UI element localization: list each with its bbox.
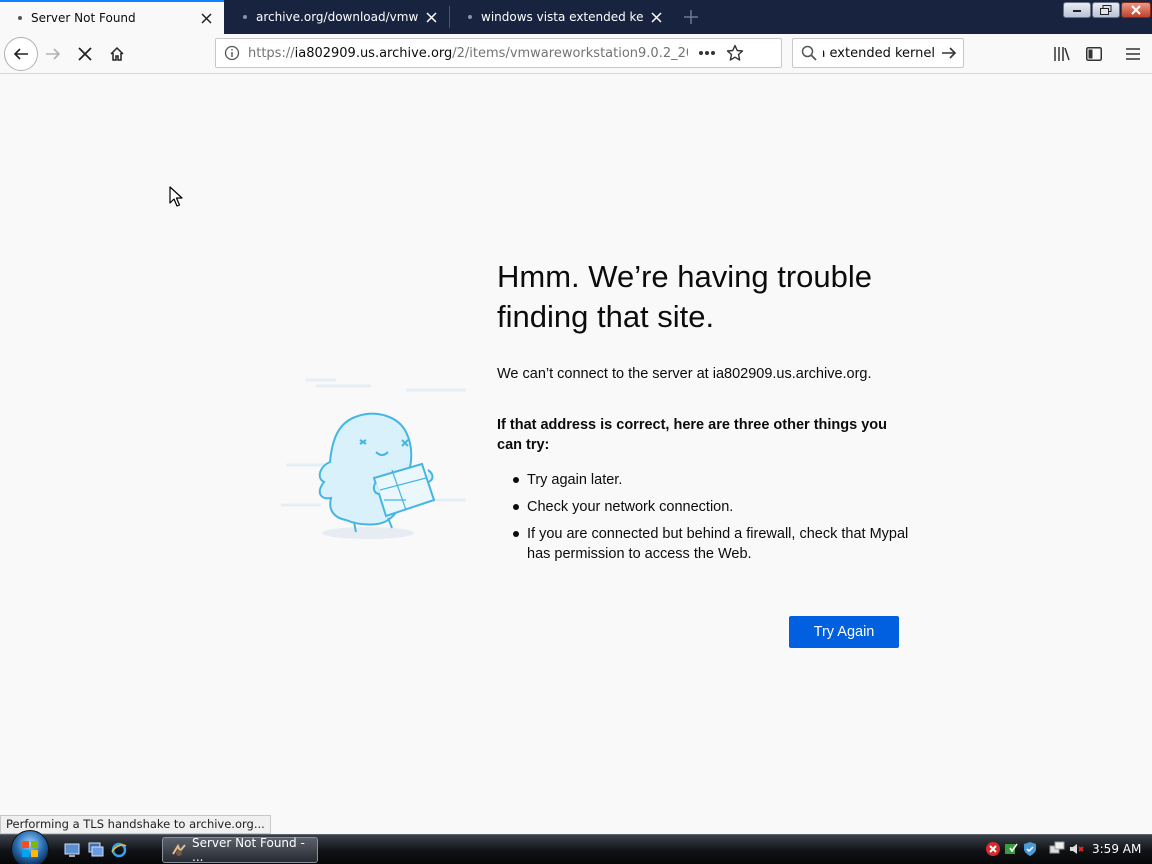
tab-close-icon[interactable] <box>644 5 668 29</box>
url-bar[interactable]: https://ia802909.us.archive.org/2/items/… <box>215 38 782 68</box>
restore-icon <box>1100 5 1112 15</box>
plus-icon <box>684 10 698 24</box>
sidebar-button[interactable] <box>1078 38 1110 70</box>
restore-button[interactable] <box>1092 2 1120 18</box>
tab-vista-search[interactable]: windows vista extended kernel <box>450 0 674 34</box>
bookmark-star-icon[interactable] <box>726 44 744 62</box>
tips-list: Try again later. Check your network conn… <box>510 470 910 571</box>
search-go-arrow-icon[interactable] <box>941 46 957 60</box>
internet-explorer-icon[interactable] <box>111 842 127 858</box>
confused-dinosaur-illustration <box>281 378 466 539</box>
tab-label: Server Not Found <box>31 11 136 25</box>
library-icon <box>1054 47 1070 61</box>
forward-arrow-icon <box>46 48 61 60</box>
update-shield-icon[interactable] <box>1022 841 1038 857</box>
minimize-icon <box>1073 10 1081 12</box>
search-icon <box>801 45 817 61</box>
info-icon[interactable] <box>224 45 240 61</box>
volume-muted-icon[interactable] <box>1068 841 1084 857</box>
close-icon <box>1131 5 1141 15</box>
mouse-cursor-icon <box>169 186 183 207</box>
mypal-app-icon <box>172 843 186 856</box>
tip-item: If you are connected but behind a firewa… <box>510 524 910 564</box>
new-tab-button[interactable] <box>678 5 704 29</box>
switch-windows-icon[interactable] <box>88 842 104 858</box>
try-again-button[interactable]: Try Again <box>789 616 899 648</box>
system-clock[interactable]: 3:59 AM <box>1092 842 1141 856</box>
taskbar-window-button[interactable]: Server Not Found - ... <box>162 836 318 864</box>
tab-archive-download[interactable]: archive.org/download/vmware <box>225 0 449 34</box>
menu-button[interactable] <box>1117 38 1149 70</box>
sidebar-icon <box>1086 47 1102 61</box>
error-page: Hmm. We’re having trouble finding that s… <box>0 75 1152 816</box>
stop-button[interactable] <box>69 38 101 70</box>
navigation-toolbar: https://ia802909.us.archive.org/2/items/… <box>0 34 1152 74</box>
tab-strip: Server Not Found archive.org/download/vm… <box>0 0 1152 34</box>
tips-heading: If that address is correct, here are thr… <box>497 417 887 453</box>
error-description: We can’t connect to the server at ia8029… <box>497 366 872 382</box>
show-desktop-icon[interactable] <box>64 842 80 858</box>
minimize-button[interactable] <box>1063 2 1091 18</box>
url-text[interactable]: https://ia802909.us.archive.org/2/items/… <box>248 46 688 61</box>
security-alert-icon[interactable] <box>985 841 1001 857</box>
home-icon <box>110 46 124 61</box>
tab-close-icon[interactable] <box>419 5 443 29</box>
search-bar[interactable]: vista extended kernel <box>792 38 964 68</box>
stop-icon <box>78 47 92 61</box>
hamburger-menu-icon <box>1126 48 1140 60</box>
error-title: Hmm. We’re having trouble finding that s… <box>497 259 873 334</box>
tab-label: archive.org/download/vmware <box>256 10 419 24</box>
tip-item: Try again later. <box>510 470 910 490</box>
tab-close-icon[interactable] <box>194 6 218 30</box>
network-computers-icon[interactable] <box>1049 841 1065 857</box>
tab-server-not-found[interactable]: Server Not Found <box>0 0 224 34</box>
tab-favicon-dot <box>18 16 22 20</box>
taskbar-window-label: Server Not Found - ... <box>192 836 305 864</box>
windows-taskbar: Server Not Found - ... 3:59 AM <box>0 830 1152 864</box>
close-window-button[interactable] <box>1121 2 1151 18</box>
tab-favicon-dot <box>243 15 247 19</box>
library-button[interactable] <box>1046 38 1078 70</box>
back-button[interactable] <box>4 37 38 71</box>
tip-item: Check your network connection. <box>510 497 910 517</box>
home-button[interactable] <box>101 38 133 70</box>
url-prefix: https:// <box>248 45 295 61</box>
forward-button[interactable] <box>37 38 69 70</box>
url-host: ia802909.us.archive.org <box>294 45 453 61</box>
start-button[interactable] <box>11 830 49 864</box>
windows-logo-icon <box>22 841 38 857</box>
back-arrow-icon <box>13 48 28 60</box>
url-path: /2/items/vmwareworkstation9.0.2_20200 <box>452 45 688 61</box>
tab-label: windows vista extended kernel <box>481 10 644 24</box>
tab-favicon-dot <box>468 15 472 19</box>
page-actions-icon[interactable] <box>698 50 716 56</box>
search-input[interactable]: vista extended kernel <box>823 46 935 61</box>
network-status-icon[interactable] <box>1004 841 1020 857</box>
